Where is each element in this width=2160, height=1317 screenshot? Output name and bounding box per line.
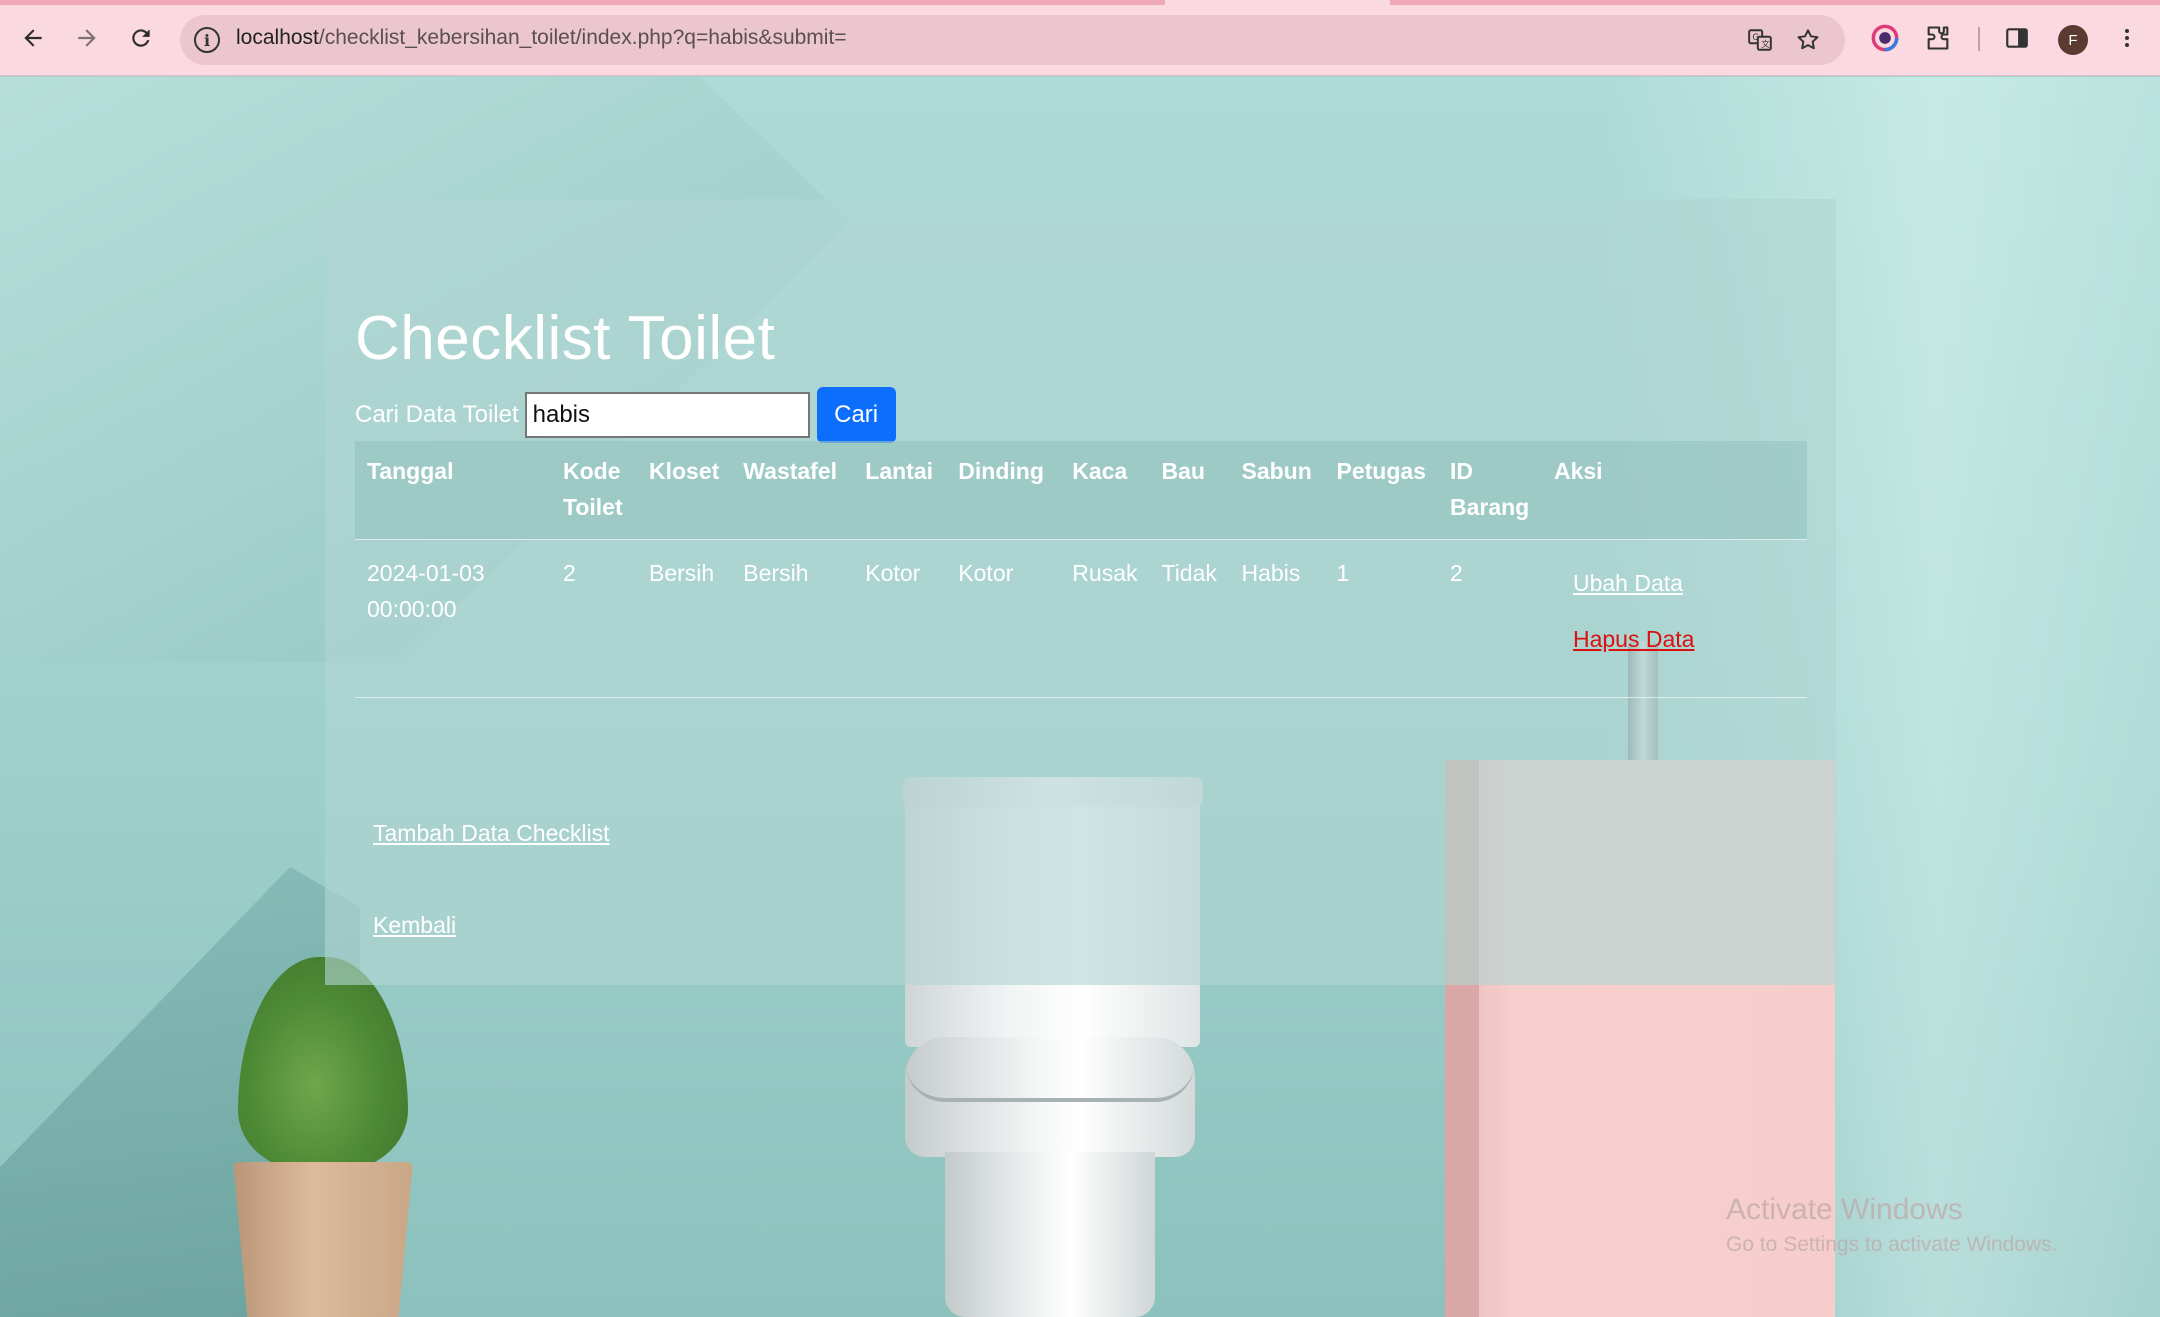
content-panel: Checklist Toilet Cari Data Toilet Cari T… <box>325 199 1836 985</box>
cell-kaca: Rusak <box>1060 539 1150 698</box>
cell-sabun: Habis <box>1229 539 1325 698</box>
background-plant-pot <box>233 1162 413 1317</box>
watermark-subtitle: Go to Settings to activate Windows. <box>1726 1233 2058 1256</box>
cell-aksi: Ubah Data Hapus Data <box>1541 539 1807 698</box>
column-header-wastafel: Wastafel <box>731 441 854 540</box>
column-header-kode-toilet: Kode Toilet <box>551 441 637 540</box>
background-toilet-base <box>945 1152 1155 1317</box>
side-panel-icon[interactable] <box>2001 22 2033 54</box>
cell-petugas: 1 <box>1324 539 1438 698</box>
svg-text:G: G <box>1752 33 1759 43</box>
background-toilet-seat <box>905 1062 1195 1102</box>
url-text[interactable]: localhost/checklist_kebersihan_toilet/in… <box>236 26 847 50</box>
reload-button[interactable] <box>121 18 161 58</box>
tab-strip-edge <box>0 0 1165 5</box>
toolbar-separator <box>1978 27 1980 51</box>
translate-icon[interactable]: G文 <box>1745 25 1775 55</box>
table-header-row: Tanggal Kode Toilet Kloset Wastafel Lant… <box>355 441 1807 540</box>
activate-windows-watermark: Activate Windows Go to Settings to activ… <box>1726 1193 2058 1257</box>
info-icon[interactable]: i <box>194 27 220 53</box>
profile-avatar[interactable]: F <box>2058 25 2088 55</box>
cell-kode-toilet: 2 <box>551 539 637 698</box>
column-header-petugas: Petugas <box>1324 441 1438 540</box>
table-row: 2024-01-03 00:00:00 2 Bersih Bersih Koto… <box>355 539 1807 698</box>
puzzle-icon[interactable] <box>1922 22 1954 54</box>
color-extension-icon[interactable] <box>1869 22 1901 54</box>
kebab-menu-icon[interactable] <box>2111 22 2143 54</box>
edit-data-link[interactable]: Ubah Data <box>1573 565 1795 601</box>
column-header-kaca: Kaca <box>1060 441 1150 540</box>
browser-toolbar: i localhost/checklist_kebersihan_toilet/… <box>0 0 2160 76</box>
cell-bau: Tidak <box>1149 539 1230 698</box>
cell-wastafel: Bersih <box>731 539 854 698</box>
column-header-id-barang: ID Barang <box>1437 441 1542 540</box>
arrow-left-icon <box>24 29 42 47</box>
column-header-dinding: Dinding <box>946 441 1061 540</box>
cell-lantai: Kotor <box>853 539 947 698</box>
star-icon[interactable] <box>1793 25 1823 55</box>
reload-icon <box>132 29 150 47</box>
arrow-right-icon <box>78 29 96 47</box>
cell-id-barang: 2 <box>1437 539 1542 698</box>
back-link[interactable]: Kembali <box>373 912 456 939</box>
column-header-kloset: Kloset <box>637 441 732 540</box>
cell-dinding: Kotor <box>946 539 1061 698</box>
column-header-lantai: Lantai <box>853 441 947 540</box>
column-header-sabun: Sabun <box>1229 441 1325 540</box>
page-title: Checklist Toilet <box>355 304 776 373</box>
forward-button[interactable] <box>67 18 107 58</box>
cell-kloset: Bersih <box>637 539 732 698</box>
cell-tanggal: 2024-01-03 00:00:00 <box>355 539 551 698</box>
search-button[interactable]: Cari <box>816 387 896 443</box>
search-form: Cari Data Toilet Cari <box>355 386 896 444</box>
column-header-bau: Bau <box>1149 441 1230 540</box>
address-bar[interactable]: i localhost/checklist_kebersihan_toilet/… <box>180 15 1845 65</box>
delete-data-link[interactable]: Hapus Data <box>1573 621 1795 657</box>
column-header-aksi: Aksi <box>1541 441 1807 540</box>
add-checklist-link[interactable]: Tambah Data Checklist <box>373 820 610 847</box>
search-input[interactable] <box>524 392 810 438</box>
page-viewport: Checklist Toilet Cari Data Toilet Cari T… <box>0 77 2160 1317</box>
back-button[interactable] <box>13 18 53 58</box>
search-label: Cari Data Toilet <box>355 401 519 428</box>
tab-strip-edge <box>1390 0 2160 5</box>
checklist-table: Tanggal Kode Toilet Kloset Wastafel Lant… <box>355 441 1807 698</box>
svg-text:文: 文 <box>1761 38 1770 50</box>
watermark-title: Activate Windows <box>1726 1193 1963 1226</box>
column-header-tanggal: Tanggal <box>355 441 551 540</box>
